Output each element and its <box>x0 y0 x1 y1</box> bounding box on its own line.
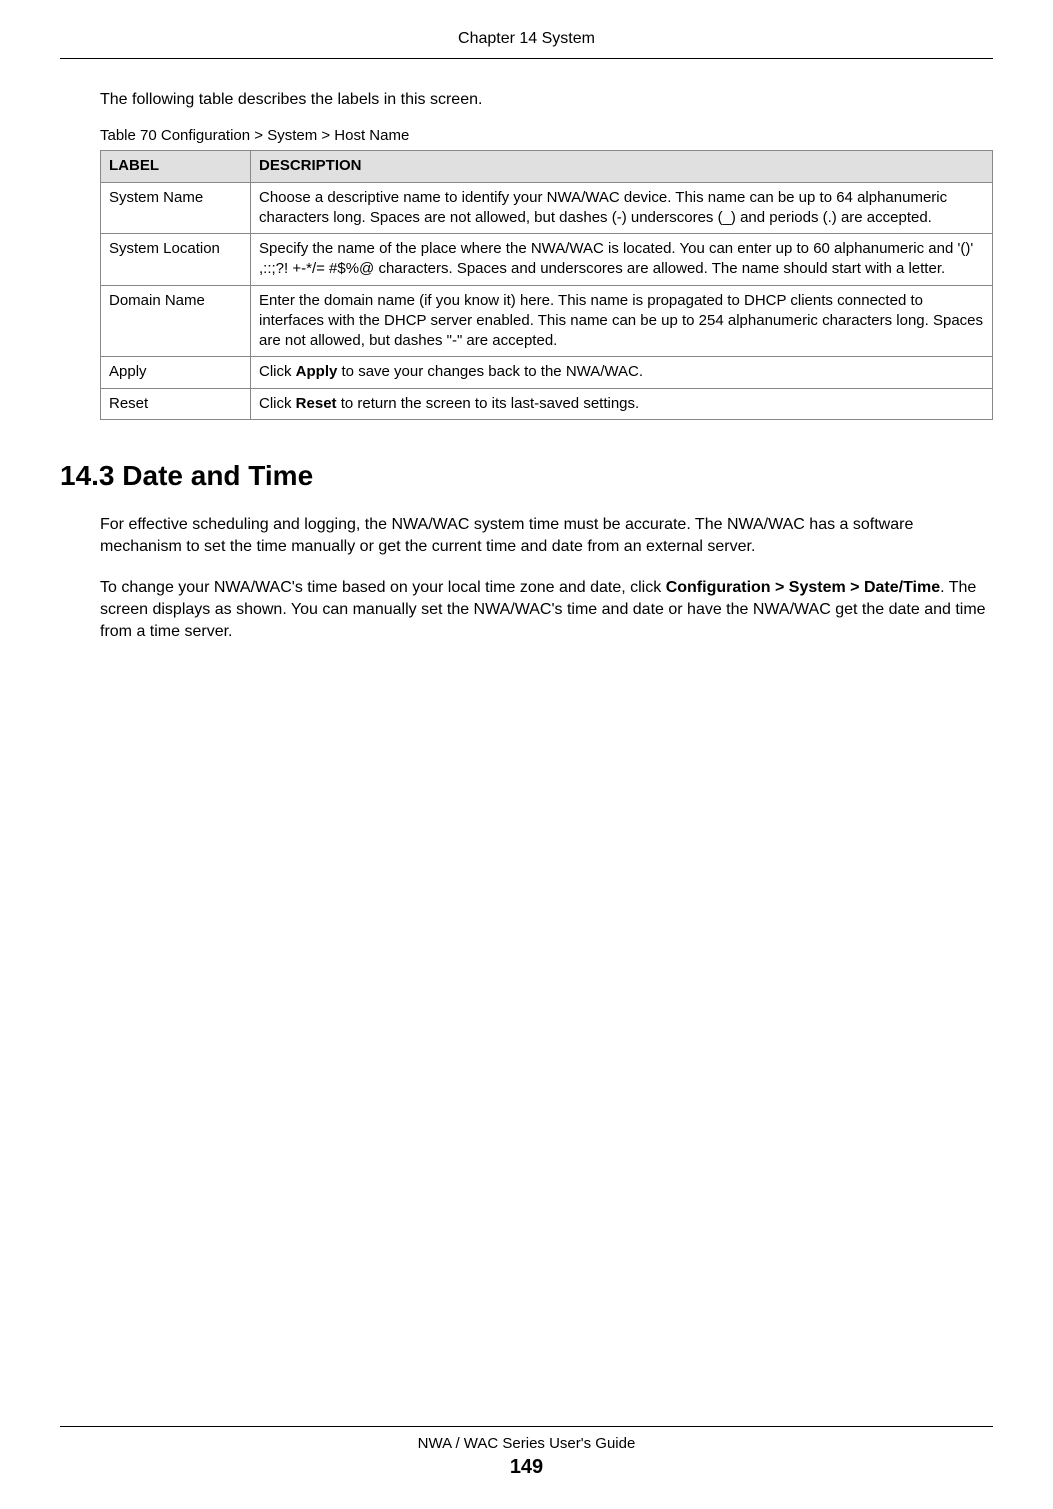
page-footer: NWA / WAC Series User's Guide 149 <box>0 1426 1053 1479</box>
table-row: Domain Name Enter the domain name (if yo… <box>101 285 993 357</box>
para1: For effective scheduling and logging, th… <box>100 514 988 559</box>
cell-label: Apply <box>101 357 251 388</box>
desc-post: to save your changes back to the NWA/WAC… <box>337 363 643 380</box>
cell-description: Click Apply to save your changes back to… <box>251 357 993 388</box>
cell-label: Domain Name <box>101 285 251 357</box>
table-row: System Name Choose a descriptive name to… <box>101 182 993 234</box>
host-name-table: LABEL DESCRIPTION System Name Choose a d… <box>100 150 993 420</box>
para2-pre: To change your NWA/WAC's time based on y… <box>100 579 666 596</box>
desc-bold: Apply <box>296 363 338 380</box>
table-row: System Location Specify the name of the … <box>101 234 993 286</box>
bottom-rule <box>60 1426 993 1427</box>
th-description: DESCRIPTION <box>251 151 993 182</box>
top-rule <box>60 58 993 59</box>
para2: To change your NWA/WAC's time based on y… <box>100 577 988 644</box>
cell-label: System Location <box>101 234 251 286</box>
desc-bold: Reset <box>296 395 337 412</box>
footer-guide-text: NWA / WAC Series User's Guide <box>0 1435 1053 1452</box>
intro-text: The following table describes the labels… <box>100 89 988 111</box>
cell-label: Reset <box>101 388 251 419</box>
desc-post: to return the screen to its last-saved s… <box>337 395 640 412</box>
th-label: LABEL <box>101 151 251 182</box>
table-row: Apply Click Apply to save your changes b… <box>101 357 993 388</box>
cell-label: System Name <box>101 182 251 234</box>
section-heading-date-time: 14.3 Date and Time <box>60 460 993 492</box>
cell-description: Specify the name of the place where the … <box>251 234 993 286</box>
table-caption: Table 70 Configuration > System > Host N… <box>100 127 993 144</box>
table-header-row: LABEL DESCRIPTION <box>101 151 993 182</box>
para2-bold: Configuration > System > Date/Time <box>666 579 940 596</box>
cell-description: Enter the domain name (if you know it) h… <box>251 285 993 357</box>
cell-description: Click Reset to return the screen to its … <box>251 388 993 419</box>
chapter-header: Chapter 14 System <box>60 30 993 48</box>
page-number: 149 <box>0 1456 1053 1479</box>
cell-description: Choose a descriptive name to identify yo… <box>251 182 993 234</box>
table-row: Reset Click Reset to return the screen t… <box>101 388 993 419</box>
desc-pre: Click <box>259 395 296 412</box>
desc-pre: Click <box>259 363 296 380</box>
